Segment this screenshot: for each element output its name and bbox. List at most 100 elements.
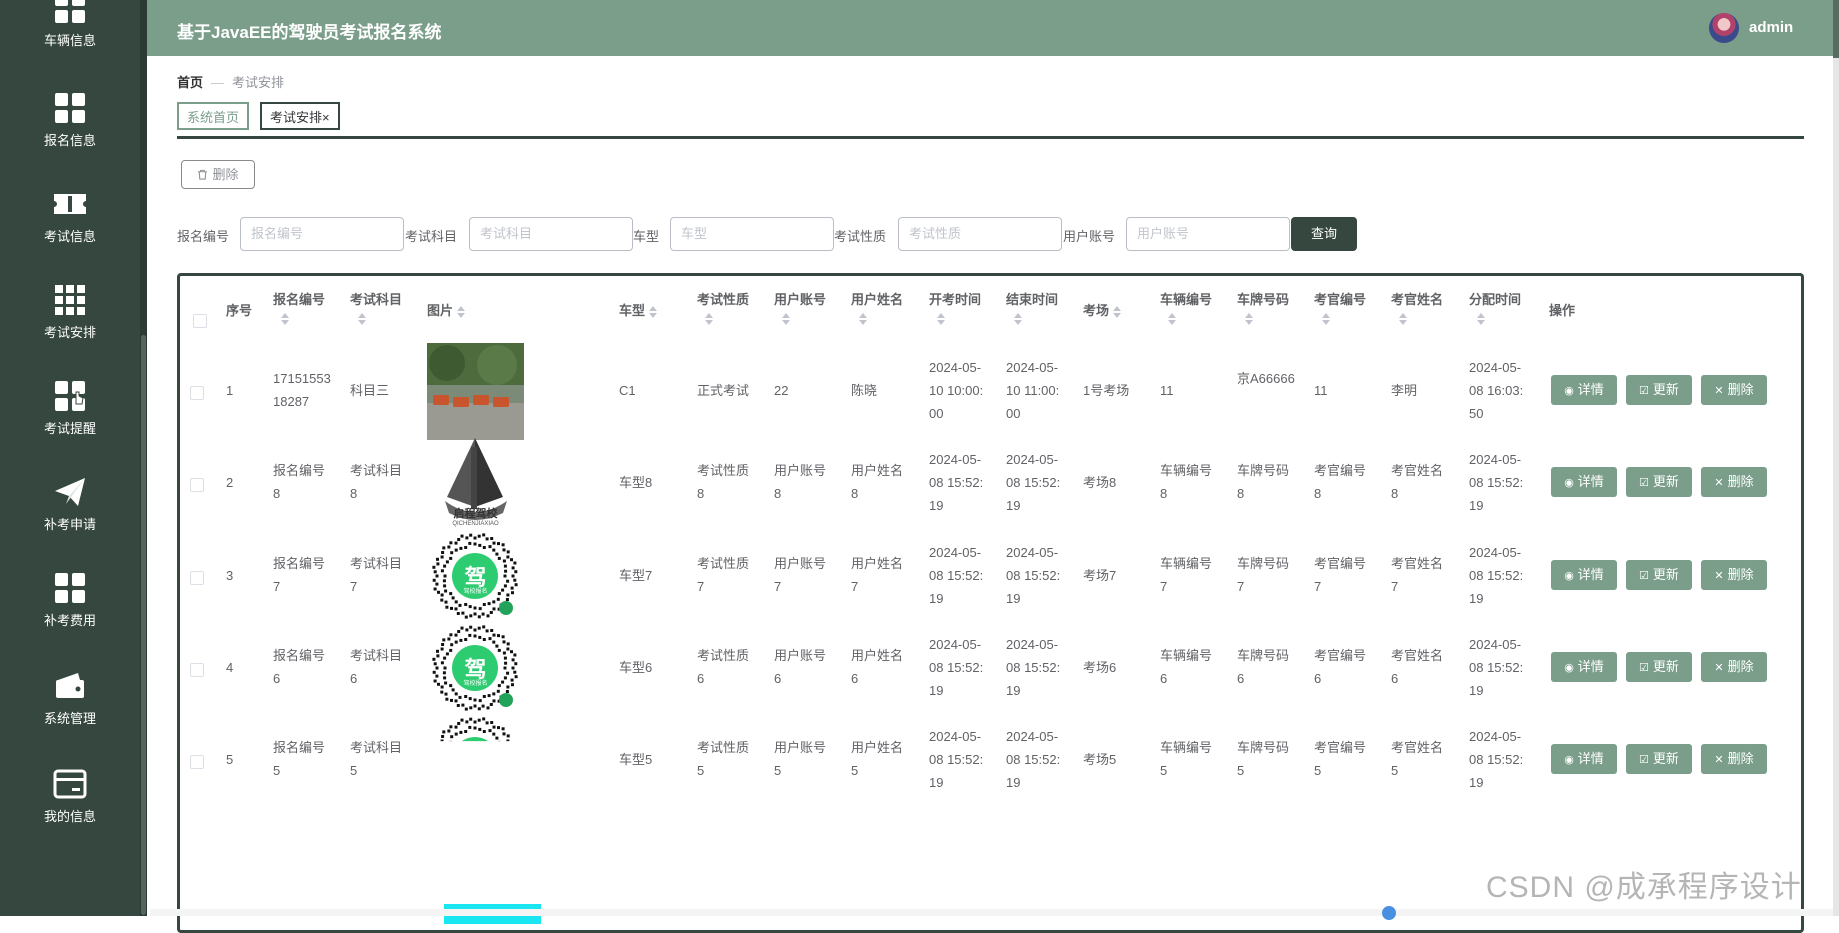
table-cell: 2024-05-08 15:52:19 <box>1469 728 1524 790</box>
table-cell: 5 <box>226 751 234 767</box>
search-input-subject[interactable]: 考试科目 <box>469 217 633 251</box>
detail-button[interactable]: ◉ 详情 <box>1551 652 1617 682</box>
delete-button[interactable]: ✕ 删除 <box>1701 652 1767 682</box>
detail-button[interactable]: ◉ 详情 <box>1551 560 1617 590</box>
sort-caret-icon[interactable] <box>705 313 713 325</box>
sort-caret-icon[interactable] <box>1477 313 1485 325</box>
sidebar-item-makeup-fee[interactable]: 补考费用 <box>0 570 140 650</box>
sort-caret-icon[interactable] <box>1399 313 1407 325</box>
table-cell: 用户姓名5 <box>851 740 904 778</box>
sort-caret-icon[interactable] <box>1113 305 1122 318</box>
row-checkbox[interactable] <box>190 571 204 585</box>
detail-button[interactable]: ◉ 详情 <box>1551 744 1617 774</box>
search-input-user-account[interactable]: 用户账号 <box>1126 217 1290 251</box>
sort-caret-icon[interactable] <box>649 305 658 318</box>
column-header[interactable]: 报名编号 <box>273 288 325 325</box>
column-header[interactable]: 序号 <box>226 299 252 322</box>
horizontal-scrollbar[interactable] <box>150 906 1833 920</box>
column-header[interactable]: 考场 <box>1083 299 1122 322</box>
detail-button[interactable]: ◉ 详情 <box>1551 375 1617 405</box>
row-checkbox[interactable] <box>190 755 204 769</box>
page-scrollbar[interactable] <box>1833 0 1839 916</box>
detail-button[interactable]: ◉ 详情 <box>1551 467 1617 497</box>
update-button[interactable]: ☑ 更新 <box>1626 560 1692 590</box>
sidebar-item-exam-schedule[interactable]: 考试安排 <box>0 282 140 362</box>
search-input-car-type[interactable]: 车型 <box>670 217 834 251</box>
update-button[interactable]: ☑ 更新 <box>1626 744 1692 774</box>
sort-caret-icon[interactable] <box>1322 313 1330 325</box>
row-checkbox[interactable] <box>190 386 204 400</box>
scroll-handle[interactable] <box>1382 906 1396 920</box>
table-cell: 考试性质5 <box>697 740 750 778</box>
sidebar-scroll-thumb[interactable] <box>141 335 146 915</box>
breadcrumb-home[interactable]: 首页 <box>177 75 203 90</box>
column-header[interactable]: 车辆编号 <box>1160 288 1212 325</box>
column-header[interactable]: 考官姓名 <box>1391 288 1443 325</box>
table-cell: 考试科目7 <box>350 556 403 594</box>
eye-icon: ◉ <box>1564 385 1574 397</box>
row-checkbox[interactable] <box>190 478 204 492</box>
row-checkbox[interactable] <box>190 663 204 677</box>
column-header[interactable]: 用户姓名 <box>851 288 903 325</box>
edit-icon: ☑ <box>1639 385 1649 397</box>
column-header[interactable]: 车型 <box>619 299 658 322</box>
sidebar-scrollbar[interactable] <box>140 0 147 916</box>
column-header[interactable]: 用户账号 <box>774 288 826 325</box>
search-input-exam-nature[interactable]: 考试性质 <box>898 217 1062 251</box>
sort-caret-icon[interactable] <box>937 313 945 325</box>
delete-button[interactable]: ✕ 删除 <box>1701 744 1767 774</box>
tab-home[interactable]: 系统首页 <box>177 102 250 130</box>
sort-caret-icon[interactable] <box>859 313 867 325</box>
sort-caret-icon[interactable] <box>782 313 790 325</box>
sidebar-item-vehicle-info[interactable]: 车辆信息 <box>0 0 140 70</box>
sort-caret-icon[interactable] <box>358 313 366 325</box>
column-header[interactable]: 开考时间 <box>929 288 981 325</box>
table-cell: 车型8 <box>619 474 653 490</box>
table-cell: 考场7 <box>1083 567 1117 583</box>
avatar[interactable] <box>1709 13 1739 43</box>
query-button[interactable]: 查询 <box>1291 217 1357 251</box>
sidebar-item-registration-info[interactable]: 报名信息 <box>0 90 140 170</box>
sort-caret-icon[interactable] <box>1168 313 1176 325</box>
column-header[interactable]: 考试性质 <box>697 288 749 325</box>
sidebar-item-makeup-application[interactable]: 补考申请 <box>0 474 140 554</box>
close-icon[interactable]: × <box>322 110 330 125</box>
search-input-reg-no[interactable]: 报名编号 <box>240 217 404 251</box>
table-cell: 22 <box>774 382 789 398</box>
table-cell: 报名编号7 <box>273 556 326 594</box>
column-header[interactable]: 考试科目 <box>350 288 402 325</box>
column-header[interactable]: 结束时间 <box>1006 288 1058 325</box>
delete-button[interactable]: ✕ 删除 <box>1701 375 1767 405</box>
sidebar-item-exam-info[interactable]: 考试信息 <box>0 186 140 266</box>
logo-subtext: QICHENJIAXIAO <box>452 521 499 527</box>
sidebar-item-my-info[interactable]: 我的信息 <box>0 766 140 846</box>
sort-caret-icon[interactable] <box>1245 313 1253 325</box>
delete-button[interactable]: ✕ 删除 <box>1701 467 1767 497</box>
sidebar-item-exam-reminder[interactable]: 考试提醒 <box>0 378 140 458</box>
sidebar-item-system-management[interactable]: 系统管理 <box>0 668 140 748</box>
username[interactable]: admin <box>1749 19 1793 36</box>
sort-caret-icon[interactable] <box>457 305 466 318</box>
column-header[interactable]: 考官编号 <box>1314 288 1366 325</box>
select-all-checkbox[interactable] <box>193 314 207 328</box>
sort-caret-icon[interactable] <box>281 313 289 325</box>
delete-button[interactable]: ✕ 删除 <box>1701 560 1767 590</box>
action-label: 删除 <box>1727 474 1754 489</box>
action-label: 删除 <box>1727 567 1754 582</box>
table-cell: 陈晓 <box>851 382 878 398</box>
column-header[interactable]: 车牌号码 <box>1237 288 1289 325</box>
column-header[interactable]: 操作 <box>1549 299 1575 322</box>
action-label: 删除 <box>1727 659 1754 674</box>
column-header-label: 操作 <box>1549 303 1576 318</box>
column-header[interactable]: 图片 <box>427 299 466 322</box>
sidebar-item-label: 补考费用 <box>43 613 96 628</box>
tab-exam-schedule[interactable]: 考试安排× <box>260 102 340 130</box>
column-header[interactable]: 分配时间 <box>1469 288 1521 325</box>
update-button[interactable]: ☑ 更新 <box>1626 652 1692 682</box>
update-button[interactable]: ☑ 更新 <box>1626 467 1692 497</box>
page-scroll-thumb[interactable] <box>1833 0 1839 58</box>
batch-delete-button[interactable]: 删除 <box>181 160 255 189</box>
update-button[interactable]: ☑ 更新 <box>1626 375 1692 405</box>
sidebar: 车辆信息 报名信息 考试信息 考试安排 考试提醒 补考申请 补考费用 系统管理 … <box>0 0 140 916</box>
sort-caret-icon[interactable] <box>1014 313 1022 325</box>
